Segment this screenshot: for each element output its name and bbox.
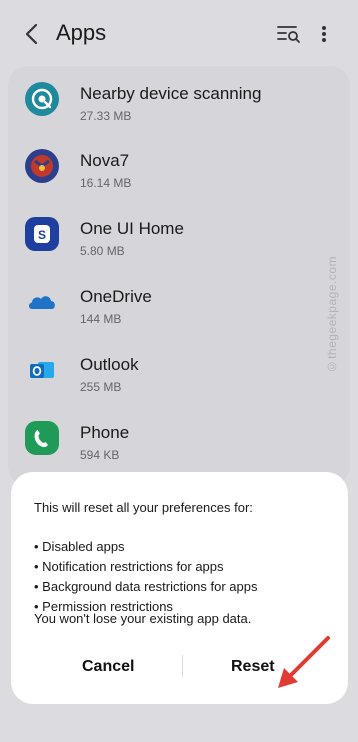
annotation-arrow-icon bbox=[278, 636, 330, 688]
nearby-scan-icon bbox=[25, 82, 59, 116]
app-size: 144 MB bbox=[80, 312, 122, 326]
dialog-note-text: You won't lose your existing app data. bbox=[34, 611, 252, 626]
dialog-bullet: • Background data restrictions for apps bbox=[34, 579, 258, 594]
more-options-button[interactable] bbox=[316, 20, 332, 48]
app-list: Nearby device scanning 27.33 MB Nova7 16… bbox=[8, 66, 350, 486]
app-name: Nearby device scanning bbox=[80, 84, 262, 103]
app-name: Nova7 bbox=[80, 151, 130, 170]
nova7-icon bbox=[25, 149, 59, 183]
list-item-outlook[interactable]: Outlook 255 MB bbox=[8, 341, 350, 407]
app-size: 255 MB bbox=[80, 380, 122, 394]
app-size: 27.33 MB bbox=[80, 109, 132, 123]
list-item-nearby-device-scanning[interactable]: Nearby device scanning 27.33 MB bbox=[8, 70, 350, 136]
outlook-icon bbox=[25, 353, 59, 387]
dialog-bullet: • Notification restrictions for apps bbox=[34, 559, 224, 574]
list-item-onedrive[interactable]: OneDrive 144 MB bbox=[8, 273, 350, 339]
list-item-phone[interactable]: Phone 594 KB bbox=[8, 409, 350, 475]
app-list-screen: Apps Nearby device scanning 27.33 MB Nov… bbox=[0, 0, 358, 742]
svg-text:S: S bbox=[38, 228, 46, 242]
app-size: 5.80 MB bbox=[80, 244, 125, 258]
page-title: Apps bbox=[56, 20, 107, 45]
app-name: Outlook bbox=[80, 355, 139, 374]
onedrive-icon bbox=[25, 285, 59, 319]
back-button[interactable] bbox=[18, 20, 46, 48]
phone-icon bbox=[25, 421, 59, 455]
app-name: Phone bbox=[80, 423, 130, 442]
dialog-bullet: • Disabled apps bbox=[34, 539, 125, 554]
app-size: 594 KB bbox=[80, 448, 120, 462]
filter-search-button[interactable] bbox=[276, 22, 302, 46]
app-bar: Apps bbox=[0, 0, 358, 66]
button-divider bbox=[182, 655, 183, 677]
cancel-button[interactable]: Cancel bbox=[72, 652, 144, 682]
more-vertical-icon bbox=[322, 26, 326, 42]
app-name: One UI Home bbox=[80, 219, 184, 238]
dialog-intro: This will reset all your preferences for… bbox=[34, 500, 253, 515]
app-size: 16.14 MB bbox=[80, 176, 132, 190]
list-item-one-ui-home[interactable]: S One UI Home 5.80 MB bbox=[8, 205, 350, 271]
watermark: ©thegeekpage.com bbox=[325, 256, 339, 374]
list-search-icon bbox=[277, 26, 300, 43]
back-arrow-icon bbox=[25, 23, 38, 45]
app-name: OneDrive bbox=[80, 287, 152, 306]
list-item-nova7[interactable]: Nova7 16.14 MB bbox=[8, 137, 350, 203]
one-ui-home-icon: S bbox=[25, 217, 59, 251]
